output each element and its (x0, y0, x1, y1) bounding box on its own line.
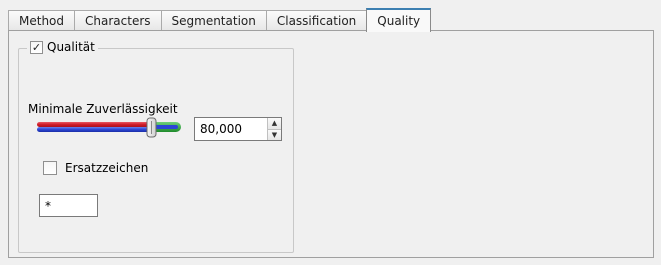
quality-group-title: Qualität (47, 40, 95, 54)
replacement-row: Ersatzzeichen (43, 161, 148, 175)
reliability-spinbox[interactable]: 80,000 ▲ ▼ (194, 117, 282, 141)
quality-tab-panel: ✓ Qualität Minimale Zuverlässigkeit 80,0… (8, 30, 654, 258)
spin-down-icon[interactable]: ▼ (268, 128, 281, 140)
quality-group-header: ✓ Qualität (27, 40, 98, 54)
quality-groupbox: ✓ Qualität (18, 40, 294, 253)
tab-bar: Method Characters Segmentation Classific… (8, 8, 432, 32)
min-reliability-label: Minimale Zuverlässigkeit (28, 102, 178, 116)
replacement-label: Ersatzzeichen (65, 161, 149, 175)
tab-segmentation[interactable]: Segmentation (160, 10, 267, 31)
reliability-value[interactable]: 80,000 (195, 118, 267, 140)
tab-characters[interactable]: Characters (74, 10, 162, 31)
replacement-checkbox[interactable] (43, 161, 57, 175)
quality-checkbox[interactable]: ✓ (30, 40, 43, 54)
tab-quality[interactable]: Quality (366, 8, 432, 32)
spin-up-icon[interactable]: ▲ (268, 118, 281, 129)
reliability-slider[interactable] (37, 117, 183, 141)
spin-buttons: ▲ ▼ (267, 118, 281, 140)
tab-method[interactable]: Method (8, 10, 76, 31)
slider-thumb[interactable] (146, 117, 157, 138)
replacement-char-input[interactable]: * (39, 194, 98, 217)
check-icon: ✓ (31, 40, 42, 54)
tab-classification[interactable]: Classification (265, 10, 368, 31)
